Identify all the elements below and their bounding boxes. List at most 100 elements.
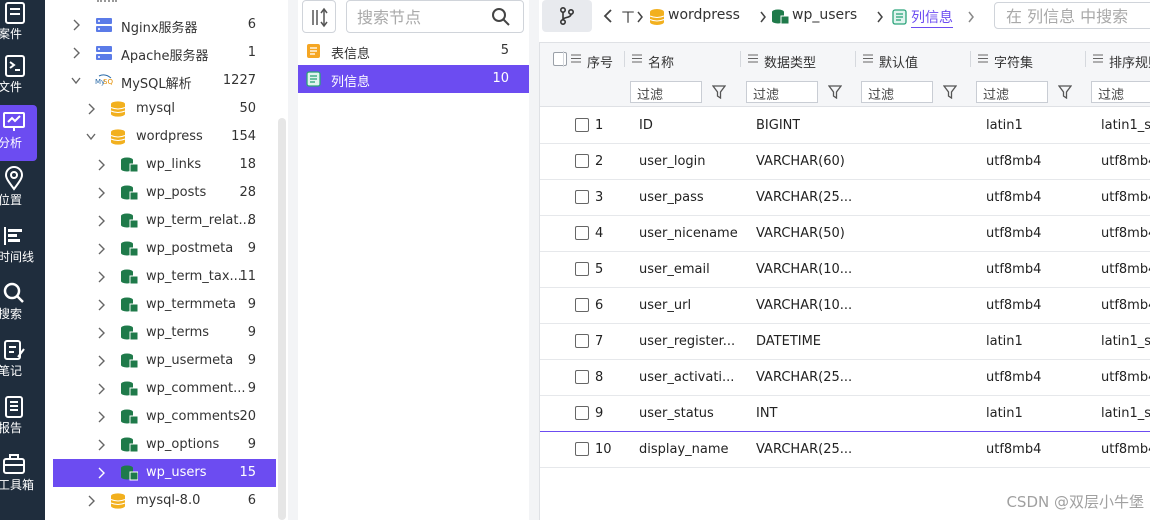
row-checkbox[interactable] xyxy=(575,190,589,204)
chevron-down-icon[interactable] xyxy=(86,131,96,143)
breadcrumb-database[interactable]: wordpress xyxy=(668,7,740,23)
content-search[interactable] xyxy=(994,2,1150,29)
tree-node-mysql-[interactable]: MySQL MySQL解析 1227 xyxy=(53,67,276,95)
tree-node-wp-links[interactable]: wp_links 18 xyxy=(53,151,276,179)
table-row[interactable]: 8 user_activati... VARCHAR(25... utf8mb4 utf… xyxy=(540,360,1150,396)
rail-item-location[interactable]: 位置 xyxy=(0,162,45,218)
tree-node-wp-terms[interactable]: wp_terms 9 xyxy=(53,319,276,347)
node-search[interactable] xyxy=(346,0,524,33)
chevron-down-icon[interactable] xyxy=(71,75,81,87)
node-item-column-info[interactable]: 列信息 10 xyxy=(298,65,529,93)
table-row[interactable]: 4 user_nicename VARCHAR(50) utf8mb4 utf8mb4 xyxy=(540,216,1150,252)
chevron-right-icon[interactable] xyxy=(86,495,96,507)
search-icon[interactable] xyxy=(491,7,511,27)
tree-node-wp-users[interactable]: wp_users 15 xyxy=(53,459,276,487)
tree-node-wordpress[interactable]: wordpress 154 xyxy=(53,123,276,151)
column-divider[interactable] xyxy=(1085,51,1086,67)
column-filter[interactable]: 过滤 xyxy=(630,81,702,103)
chevron-right-icon[interactable] xyxy=(96,159,106,171)
filter-icon[interactable] xyxy=(828,85,842,99)
tree-node-wp-posts[interactable]: wp_posts 28 xyxy=(53,179,276,207)
rail-item-search[interactable]: 搜索 xyxy=(0,276,45,332)
tree-node-nginx-[interactable]: Nginx服务器 6 xyxy=(53,11,276,39)
row-checkbox[interactable] xyxy=(575,334,589,348)
column-filter[interactable]: 过滤 xyxy=(861,81,933,103)
rail-item-case[interactable]: 案件 xyxy=(0,0,45,52)
chevron-right-icon[interactable] xyxy=(96,299,106,311)
tree-node-wp-usermeta[interactable]: wp_usermeta 9 xyxy=(53,347,276,375)
chevron-right-icon[interactable] xyxy=(86,103,96,115)
row-checkbox[interactable] xyxy=(575,226,589,240)
table-row[interactable]: 2 user_login VARCHAR(60) utf8mb4 utf8mb4 xyxy=(540,144,1150,180)
column-divider[interactable] xyxy=(740,51,741,67)
row-checkbox[interactable] xyxy=(575,154,589,168)
tree-node-wp-termmeta[interactable]: wp_termmeta 9 xyxy=(53,291,276,319)
chevron-right-icon[interactable] xyxy=(96,439,106,451)
rail-item-analysis[interactable]: 分析 xyxy=(0,105,37,161)
back-icon[interactable] xyxy=(603,8,613,24)
column-divider[interactable] xyxy=(855,51,856,67)
chevron-right-icon[interactable] xyxy=(96,215,106,227)
tree-node-wp-options[interactable]: wp_options 9 xyxy=(53,431,276,459)
row-checkbox[interactable] xyxy=(575,370,589,384)
chevron-right-icon[interactable] xyxy=(96,271,106,283)
tree-node-wp-comments[interactable]: wp_comments 20 xyxy=(53,403,276,431)
tree-node-mysql-8-0[interactable]: mysql-8.0 6 xyxy=(53,487,276,515)
node-item-table-info[interactable]: 表信息 5 xyxy=(298,37,529,65)
tree-node-count: 18 xyxy=(239,157,256,172)
chevron-right-icon[interactable] xyxy=(96,355,106,367)
node-search-input[interactable] xyxy=(357,6,487,28)
row-checkbox[interactable] xyxy=(575,442,589,456)
tree-node-wp-comment-[interactable]: wp_comment... 9 xyxy=(53,375,276,403)
row-checkbox[interactable] xyxy=(575,118,589,132)
chevron-right-icon[interactable] xyxy=(96,383,106,395)
select-all-checkbox[interactable] xyxy=(553,52,567,66)
chevron-right-icon[interactable] xyxy=(96,243,106,255)
tree-node-wp-term-relat-[interactable]: wp_term_relat... 8 xyxy=(53,207,276,235)
table-row[interactable]: 5 user_email VARCHAR(10... utf8mb4 utf8mb4 xyxy=(540,252,1150,288)
content-search-input[interactable] xyxy=(1006,6,1150,26)
row-checkbox[interactable] xyxy=(575,262,589,276)
splitter[interactable] xyxy=(288,0,298,520)
rail-item-report[interactable]: 报告 xyxy=(0,390,45,446)
filter-icon[interactable] xyxy=(712,85,726,99)
table-row[interactable]: 1 ID BIGINT latin1 latin1_sw xyxy=(540,108,1150,144)
splitter[interactable] xyxy=(529,0,539,520)
column-filter[interactable]: 过滤 xyxy=(746,81,818,103)
chevron-right-icon[interactable] xyxy=(71,19,81,31)
table-row[interactable]: 3 user_pass VARCHAR(25... utf8mb4 utf8mb4 xyxy=(540,180,1150,216)
rail-item-timeline[interactable]: 时间线 xyxy=(0,219,45,275)
table-row[interactable]: 7 user_register... DATETIME latin1 latin1_sw xyxy=(540,324,1150,360)
column-filter[interactable]: 过滤 xyxy=(976,81,1048,103)
row-checkbox[interactable] xyxy=(575,298,589,312)
chevron-right-icon[interactable] xyxy=(96,467,106,479)
filter-icon[interactable] xyxy=(943,85,957,99)
tree-scrollbar[interactable] xyxy=(278,118,286,520)
chevron-right-icon[interactable] xyxy=(967,11,975,23)
rail-item-toolbox[interactable]: 工具箱 xyxy=(0,447,45,503)
table-row[interactable]: 9 user_status INT latin1 latin1_sw xyxy=(540,396,1150,432)
branch-button[interactable] xyxy=(542,0,592,32)
breadcrumb-table[interactable]: wp_users xyxy=(792,7,857,23)
column-divider[interactable] xyxy=(563,51,564,67)
tree-node-apache-[interactable]: Apache服务器 1 xyxy=(53,39,276,67)
chevron-right-icon[interactable] xyxy=(96,327,106,339)
tree-node-mysql[interactable]: mysql 50 xyxy=(53,95,276,123)
column-filter[interactable]: 过滤 xyxy=(1091,81,1150,103)
chevron-right-icon[interactable] xyxy=(71,47,81,59)
tree-node-wp-postmeta[interactable]: wp_postmeta 9 xyxy=(53,235,276,263)
tree-node-wp-term-tax-[interactable]: wp_term_tax... 11 xyxy=(53,263,276,291)
rail-item-file[interactable]: 文件 xyxy=(0,49,45,105)
rail-item-note[interactable]: 笔记 xyxy=(0,333,45,389)
breadcrumb-current[interactable]: 列信息 xyxy=(911,7,953,28)
table-row[interactable]: 10 display_name VARCHAR(25... utf8mb4 utf8mb… xyxy=(540,432,1150,468)
chevron-right-icon[interactable] xyxy=(96,411,106,423)
breadcrumb-root[interactable]: ㄒ xyxy=(621,7,635,27)
chevron-right-icon[interactable] xyxy=(96,187,106,199)
column-divider[interactable] xyxy=(624,51,625,67)
sort-button[interactable] xyxy=(302,0,336,33)
table-row[interactable]: 6 user_url VARCHAR(10... utf8mb4 utf8mb4 xyxy=(540,288,1150,324)
row-checkbox[interactable] xyxy=(575,406,589,420)
column-divider[interactable] xyxy=(970,51,971,67)
filter-icon[interactable] xyxy=(1058,85,1072,99)
